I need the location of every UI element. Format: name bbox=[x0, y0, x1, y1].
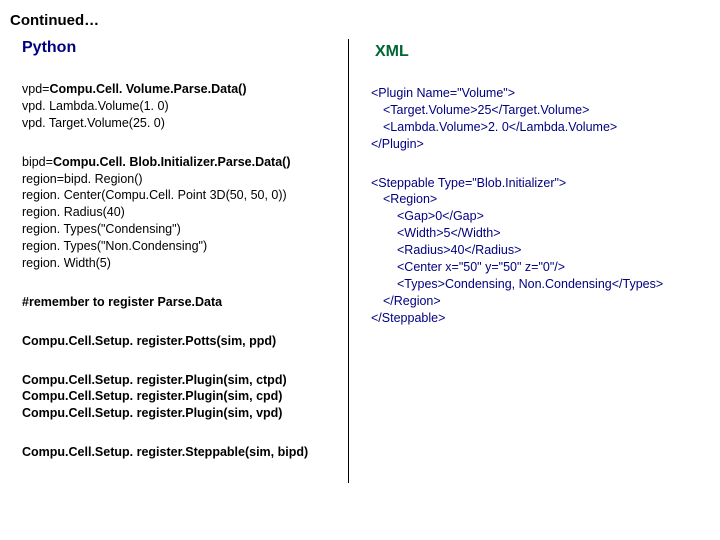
xml-text: <Center x="50" y="50" z="0"/> bbox=[371, 259, 702, 276]
xml-text: <Region> bbox=[371, 191, 702, 208]
xml-text: <Width>5</Width> bbox=[371, 225, 702, 242]
code-bold: Compu.Cell. Volume.Parse.Data() bbox=[49, 82, 246, 96]
code-text: region. Width(5) bbox=[22, 255, 338, 272]
xml-text: <Gap>0</Gap> bbox=[371, 208, 702, 225]
two-column-layout: Python vpd=Compu.Cell. Volume.Parse.Data… bbox=[8, 39, 702, 483]
code-text: region. Center(Compu.Cell. Point 3D(50, … bbox=[22, 187, 338, 204]
code-text: bipd= bbox=[22, 155, 53, 169]
python-block-1: vpd=Compu.Cell. Volume.Parse.Data() vpd.… bbox=[22, 81, 338, 132]
xml-text: <Types>Condensing, Non.Condensing</Types… bbox=[371, 276, 702, 293]
code-bold: Compu.Cell.Setup. register.Steppable(sim… bbox=[22, 444, 338, 461]
xml-column: XML <Plugin Name="Volume"> <Target.Volum… bbox=[349, 39, 702, 483]
xml-block-1: <Plugin Name="Volume"> <Target.Volume>25… bbox=[371, 85, 702, 153]
xml-text: <Target.Volume>25</Target.Volume> bbox=[371, 102, 702, 119]
xml-text: <Plugin Name="Volume"> bbox=[371, 85, 702, 102]
code-text: vpd= bbox=[22, 82, 49, 96]
code-bold: Compu.Cell.Setup. register.Plugin(sim, c… bbox=[22, 372, 338, 389]
code-text: region. Types("Condensing") bbox=[22, 221, 338, 238]
code-text: vpd. Lambda.Volume(1. 0) bbox=[22, 98, 338, 115]
xml-text: <Steppable Type="Blob.Initializer"> bbox=[371, 175, 702, 192]
xml-text: <Radius>40</Radius> bbox=[371, 242, 702, 259]
code-text: region. Types("Non.Condensing") bbox=[22, 238, 338, 255]
python-column: Python vpd=Compu.Cell. Volume.Parse.Data… bbox=[8, 39, 348, 483]
xml-text: </Plugin> bbox=[371, 136, 702, 153]
xml-text: <Lambda.Volume>2. 0</Lambda.Volume> bbox=[371, 119, 702, 136]
code-bold: Compu.Cell.Setup. register.Potts(sim, pp… bbox=[22, 333, 338, 350]
register-block-1: Compu.Cell.Setup. register.Potts(sim, pp… bbox=[22, 333, 338, 350]
remember-note: #remember to register Parse.Data bbox=[22, 294, 338, 311]
code-bold: Compu.Cell.Setup. register.Plugin(sim, c… bbox=[22, 388, 338, 405]
python-heading: Python bbox=[22, 39, 338, 57]
register-block-3: Compu.Cell.Setup. register.Steppable(sim… bbox=[22, 444, 338, 461]
slide-title: Continued… bbox=[8, 12, 702, 29]
register-block-2: Compu.Cell.Setup. register.Plugin(sim, c… bbox=[22, 372, 338, 423]
code-text: region=bipd. Region() bbox=[22, 171, 338, 188]
code-text: region. Radius(40) bbox=[22, 204, 338, 221]
code-bold: Compu.Cell. Blob.Initializer.Parse.Data(… bbox=[53, 155, 291, 169]
code-bold: Compu.Cell.Setup. register.Plugin(sim, v… bbox=[22, 405, 338, 422]
python-block-2: bipd=Compu.Cell. Blob.Initializer.Parse.… bbox=[22, 154, 338, 272]
xml-block-2: <Steppable Type="Blob.Initializer"> <Reg… bbox=[371, 175, 702, 327]
xml-text: </Steppable> bbox=[371, 310, 702, 327]
xml-text: </Region> bbox=[371, 293, 702, 310]
code-text: vpd. Target.Volume(25. 0) bbox=[22, 115, 338, 132]
xml-heading: XML bbox=[371, 43, 702, 61]
